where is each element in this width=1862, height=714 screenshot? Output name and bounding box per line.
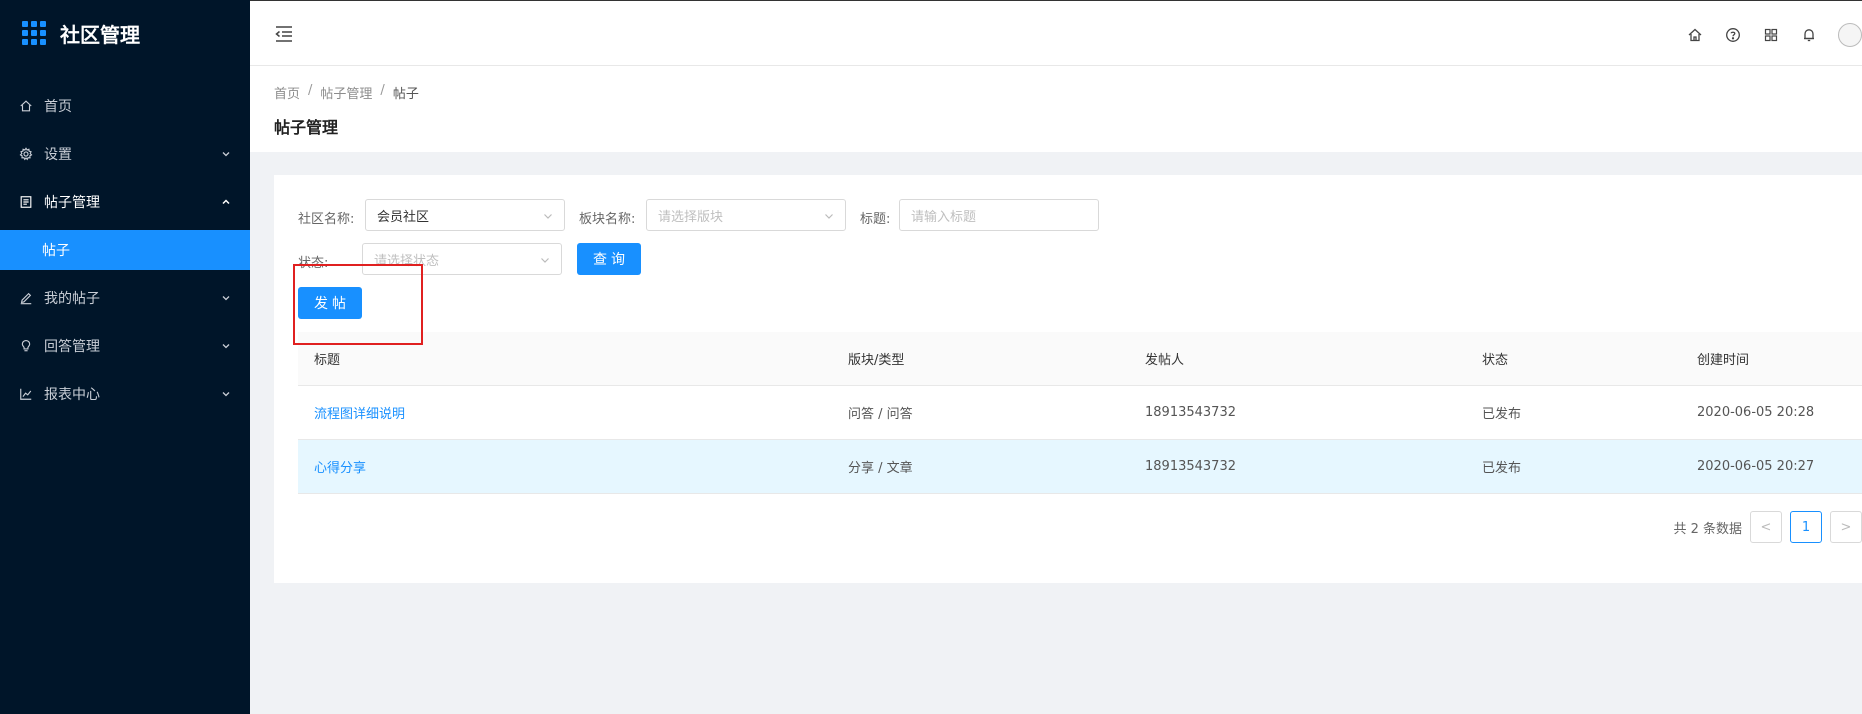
home-icon — [18, 98, 34, 114]
chevron-down-icon — [825, 214, 833, 219]
bulb-icon — [18, 338, 34, 354]
title-input-placeholder: 请输入标题 — [911, 209, 977, 225]
column-status: 状态 — [1482, 353, 1509, 368]
post-status: 已发布 — [1482, 461, 1522, 476]
table-row[interactable]: 流程图详细说明 问答 / 问答 18913543732 已发布 2020-06-… — [298, 386, 1862, 440]
sidebar-subitem-posts[interactable]: 帖子 — [0, 230, 250, 270]
sidebar-item-post-management[interactable]: 帖子管理 — [0, 178, 250, 226]
section-select-placeholder: 请选择版块 — [658, 209, 724, 225]
column-author: 发帖人 — [1145, 353, 1185, 368]
post-title-link[interactable]: 流程图详细说明 — [314, 407, 405, 422]
chevron-down-icon — [222, 344, 230, 349]
breadcrumb-current: 帖子 — [392, 87, 419, 102]
breadcrumb-post-management[interactable]: 帖子管理 — [320, 83, 372, 102]
bell-icon[interactable] — [1800, 26, 1818, 44]
post-section: 分享 / 文章 — [848, 461, 913, 476]
app-grid-icon[interactable] — [1762, 26, 1780, 44]
section-select[interactable]: 请选择版块 — [646, 199, 846, 231]
document-icon — [18, 194, 34, 210]
chevron-down-icon — [222, 392, 230, 397]
post-status: 已发布 — [1482, 407, 1522, 422]
menu-fold-icon[interactable] — [274, 25, 294, 43]
edit-icon — [18, 290, 34, 306]
community-select[interactable]: 会员社区 — [365, 199, 565, 231]
title-label: 标题: — [860, 212, 891, 227]
sidebar-item-label: 设置 — [44, 147, 72, 163]
apps-grid-icon — [22, 21, 46, 45]
pagination-page-1[interactable]: 1 — [1790, 511, 1822, 543]
chevron-down-icon — [222, 152, 230, 157]
chevron-down-icon — [222, 296, 230, 301]
sidebar-item-report-center[interactable]: 报表中心 — [0, 370, 250, 418]
breadcrumb: 首页 / 帖子管理 / 帖子 — [274, 83, 419, 102]
annotation-highlight-box — [293, 264, 423, 345]
pagination-total: 共 2 条数据 — [1673, 521, 1742, 537]
sidebar-item-home[interactable]: 首页 — [0, 82, 250, 130]
post-author: 18913543732 — [1145, 459, 1236, 474]
content-card: 社区名称: 会员社区 板块名称: 请选择版块 标题: 请输入标题 状态: 请选择… — [274, 175, 1862, 583]
chevron-down-icon — [541, 258, 549, 263]
help-icon[interactable] — [1724, 26, 1742, 44]
posts-table: 标题 版块/类型 发帖人 状态 创建时间 流程图详细说明 问答 / 问答 189… — [298, 332, 1862, 494]
sidebar-menu: 首页 设置 帖子管理 帖子 我的帖子 回答管理 报表中心 — [0, 82, 250, 418]
sidebar-item-label: 回答管理 — [44, 339, 100, 355]
header-actions — [1686, 23, 1862, 47]
column-section: 版块/类型 — [848, 353, 905, 368]
section-label: 板块名称: — [579, 212, 636, 227]
sidebar-item-answer-management[interactable]: 回答管理 — [0, 322, 250, 370]
top-header — [250, 0, 1862, 66]
home-icon[interactable] — [1686, 26, 1704, 44]
app-title: 社区管理 — [60, 22, 140, 47]
chevron-down-icon — [544, 214, 552, 219]
pagination-next-button[interactable]: > — [1830, 511, 1862, 543]
app-logo[interactable]: 社区管理 — [0, 0, 250, 66]
sidebar-item-label: 报表中心 — [44, 387, 100, 403]
sidebar-item-label: 帖子管理 — [44, 195, 100, 211]
chevron-up-icon — [222, 199, 230, 205]
post-section: 问答 / 问答 — [848, 407, 913, 422]
breadcrumb-separator: / — [380, 83, 385, 98]
sidebar-item-my-posts[interactable]: 我的帖子 — [0, 274, 250, 322]
post-title-link[interactable]: 心得分享 — [314, 461, 366, 476]
title-input[interactable]: 请输入标题 — [899, 199, 1099, 231]
column-title: 标题 — [314, 353, 341, 368]
sidebar-subitem-label: 帖子 — [42, 243, 70, 259]
sidebar: 社区管理 首页 设置 帖子管理 帖子 我的帖子 回答管理 报表中心 — [0, 0, 250, 714]
pagination-prev-button[interactable]: < — [1750, 511, 1782, 543]
page-title: 帖子管理 — [274, 118, 339, 137]
sidebar-item-label: 我的帖子 — [44, 291, 100, 307]
avatar[interactable] — [1838, 23, 1862, 47]
chart-icon — [18, 386, 34, 402]
page-header: 首页 / 帖子管理 / 帖子 帖子管理 — [250, 66, 1862, 152]
query-button[interactable]: 查询 — [577, 243, 641, 275]
sidebar-item-label: 首页 — [44, 99, 72, 115]
column-created: 创建时间 — [1697, 353, 1750, 368]
table-row[interactable]: 心得分享 分享 / 文章 18913543732 已发布 2020-06-05 … — [298, 440, 1862, 494]
breadcrumb-home[interactable]: 首页 — [274, 83, 300, 102]
breadcrumb-separator: / — [308, 83, 313, 98]
post-created: 2020-06-05 20:27 — [1697, 459, 1815, 474]
community-label: 社区名称: — [298, 212, 355, 227]
post-created: 2020-06-05 20:28 — [1697, 405, 1815, 420]
sidebar-item-settings[interactable]: 设置 — [0, 130, 250, 178]
post-author: 18913543732 — [1145, 405, 1236, 420]
gear-icon — [18, 146, 34, 162]
community-select-value: 会员社区 — [377, 209, 430, 225]
pagination: 共 2 条数据 < 1 > — [1673, 511, 1862, 543]
table-header: 标题 版块/类型 发帖人 状态 创建时间 — [298, 332, 1862, 386]
